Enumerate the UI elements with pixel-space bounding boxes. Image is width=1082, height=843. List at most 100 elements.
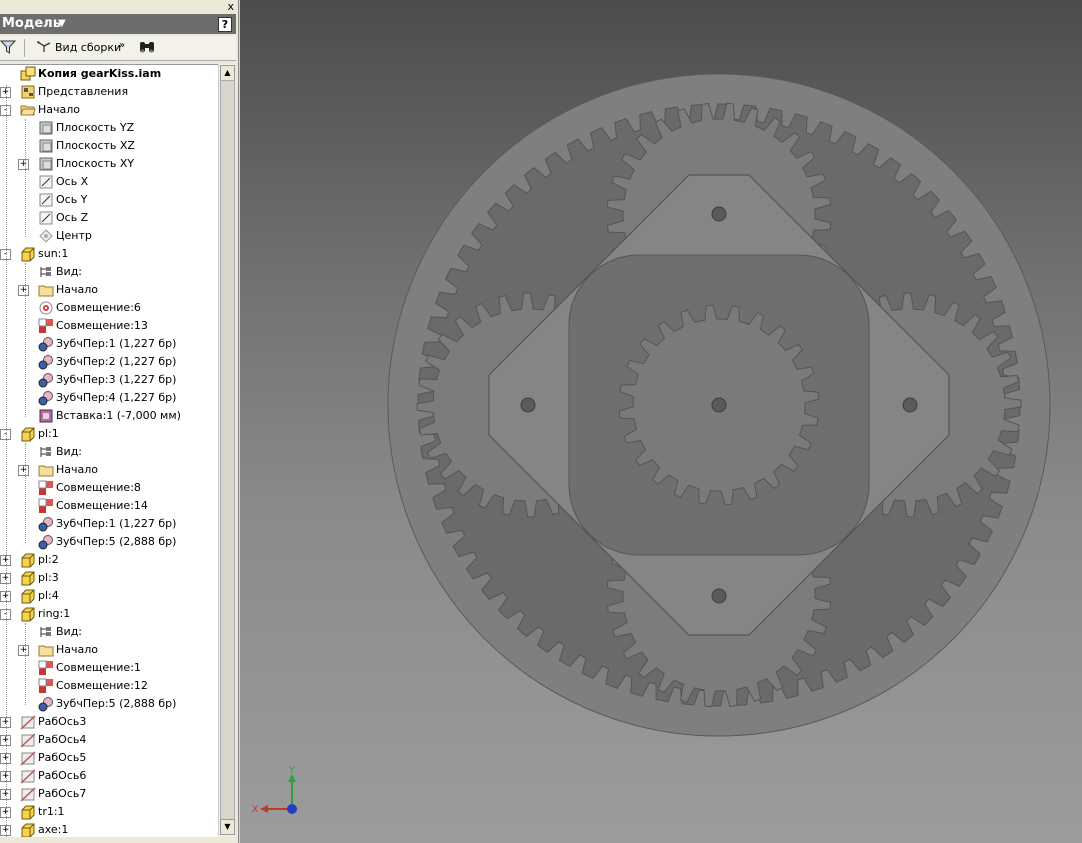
double-chevron-down-icon[interactable]: » xyxy=(119,40,125,51)
tree-scrollbar[interactable]: ▲ ▼ xyxy=(218,64,235,836)
work-axis-icon xyxy=(20,750,36,766)
tree-item-label: ЗубчПер:5 (2,888 бр) xyxy=(56,535,177,548)
toolbar-separator xyxy=(24,39,25,57)
mate-circle-icon xyxy=(38,300,54,316)
scroll-thumb[interactable] xyxy=(220,80,235,822)
tree-item-label: Начало xyxy=(56,643,99,656)
expand-icon[interactable]: + xyxy=(18,285,29,296)
chevron-down-icon[interactable]: ▼ xyxy=(58,14,66,34)
tree-item-label: Плоскость XZ xyxy=(56,139,135,152)
scroll-up-button[interactable]: ▲ xyxy=(220,65,235,81)
panel-title[interactable]: Модель xyxy=(2,14,61,34)
part-icon xyxy=(20,552,36,568)
tree-connector xyxy=(6,85,7,837)
tree-item-label: ЗубчПер:1 (1,227 бр) xyxy=(56,337,177,350)
work-axis-icon xyxy=(20,732,36,748)
filter-icon[interactable] xyxy=(0,39,17,58)
part-icon xyxy=(20,570,36,586)
shaft-hole xyxy=(520,397,536,413)
tree-item-label: Вид: xyxy=(56,445,83,458)
tree-item-label: Совмещение:14 xyxy=(56,499,148,512)
tree-item-label: РабОсь6 xyxy=(38,769,87,782)
planetary-gear-model[interactable] xyxy=(240,0,1082,843)
tree-item-label: ЗубчПер:4 (1,227 бр) xyxy=(56,391,177,404)
tree-item-label: Плоскость YZ xyxy=(56,121,135,134)
tree-item-label: Начало xyxy=(56,283,99,296)
tree-item-label: pl:1 xyxy=(38,427,59,440)
gear-constraint-icon xyxy=(38,336,54,352)
axis-icon xyxy=(38,174,54,190)
plane-icon xyxy=(38,120,54,136)
x-axis-arrow xyxy=(260,805,268,813)
panel-header[interactable]: Модель ▼ ? xyxy=(0,14,236,34)
plane-icon xyxy=(38,138,54,154)
expand-icon[interactable]: + xyxy=(18,465,29,476)
folder-icon xyxy=(38,642,54,658)
help-icon[interactable]: ? xyxy=(218,17,232,32)
axis-icon xyxy=(38,210,54,226)
work-axis-icon xyxy=(20,768,36,784)
mate-icon xyxy=(38,498,54,514)
tree-item-label: Совмещение:1 xyxy=(56,661,141,674)
part-icon xyxy=(20,246,36,262)
work-axis-icon xyxy=(20,714,36,730)
tree-item-label: Начало xyxy=(38,103,81,116)
part-icon xyxy=(20,606,36,622)
assembly-icon xyxy=(20,66,36,82)
tree-item-label: РабОсь5 xyxy=(38,751,87,764)
tree-item-label: ЗубчПер:2 (1,227 бр) xyxy=(56,355,177,368)
views-icon xyxy=(20,84,36,100)
tree-item-label: pl:2 xyxy=(38,553,59,566)
tree-item-label: sun:1 xyxy=(38,247,69,260)
insert-icon xyxy=(38,408,54,424)
graphics-viewport[interactable] xyxy=(240,0,1082,843)
tree-item-label: tr1:1 xyxy=(38,805,65,818)
folder-open-icon xyxy=(20,102,36,118)
scroll-down-button[interactable]: ▼ xyxy=(220,819,235,835)
tree-item-label: Ось Z xyxy=(56,211,89,224)
assembly-view-icon[interactable] xyxy=(36,40,52,57)
tree-item-label: Вид: xyxy=(56,625,83,638)
tree-item-label: РабОсь3 xyxy=(38,715,87,728)
binoculars-icon[interactable] xyxy=(138,39,156,58)
tree-item-label: ЗубчПер:1 (1,227 бр) xyxy=(56,517,177,530)
y-axis-label: Y xyxy=(288,766,295,776)
expand-icon[interactable]: + xyxy=(18,645,29,656)
view-triad: Y X xyxy=(252,766,297,815)
gear-constraint-icon xyxy=(38,372,54,388)
tree-item-label: Центр xyxy=(56,229,92,242)
part-icon xyxy=(20,588,36,604)
mate-icon xyxy=(38,660,54,676)
gear-constraint-icon xyxy=(38,696,54,712)
work-axis-icon xyxy=(20,786,36,802)
mate-icon xyxy=(38,678,54,694)
assembly-view-label[interactable]: Вид сборки xyxy=(55,41,121,54)
tree-item-label: Представления xyxy=(38,85,129,98)
view-icon xyxy=(38,444,54,460)
tree-item-label: Совмещение:8 xyxy=(56,481,141,494)
tree-item-label: Ось X xyxy=(56,175,89,188)
plane-icon xyxy=(38,156,54,172)
part-icon xyxy=(20,804,36,820)
tree-item-label: РабОсь4 xyxy=(38,733,87,746)
tree-connector xyxy=(25,443,26,543)
part-icon xyxy=(20,822,36,837)
tree-item-label: Ось Y xyxy=(56,193,88,206)
expand-icon[interactable]: + xyxy=(18,159,29,170)
tree-item-label: pl:4 xyxy=(38,589,59,602)
gear-constraint-icon xyxy=(38,516,54,532)
model-tree: Копия gearKiss.iam + Представления - Начало П… xyxy=(0,64,218,837)
tree-item-label: Вид: xyxy=(56,265,83,278)
tree-item-label: Совмещение:13 xyxy=(56,319,148,332)
tree-item-label: Начало xyxy=(56,463,99,476)
tree-item-label: Совмещение:6 xyxy=(56,301,141,314)
model-browser-panel: x Модель ▼ ? Вид сборки » Копия gearKiss… xyxy=(0,0,239,843)
mate-icon xyxy=(38,318,54,334)
close-icon[interactable]: x xyxy=(227,0,234,13)
axis-icon xyxy=(38,192,54,208)
z-axis-dot xyxy=(287,804,297,814)
shaft-hole xyxy=(711,588,727,604)
view-icon xyxy=(38,624,54,640)
folder-icon xyxy=(38,462,54,478)
tree-item-label: Совмещение:12 xyxy=(56,679,148,692)
